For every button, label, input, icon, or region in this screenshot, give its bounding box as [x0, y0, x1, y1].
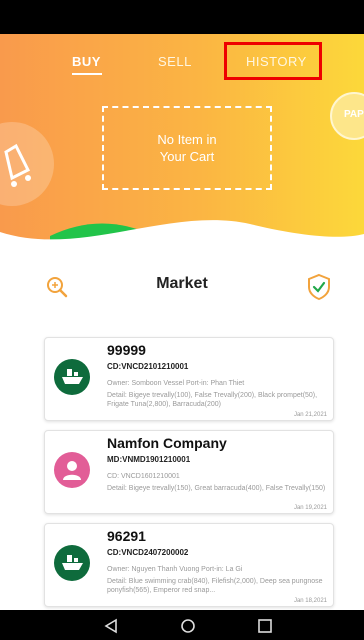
listing-code: CD:VNCD2101210001: [107, 362, 189, 371]
badge-text: PAP: [344, 109, 364, 120]
empty-cart-text-1: No Item in: [157, 132, 217, 147]
tab-buy-underline: [72, 73, 102, 75]
recents-icon[interactable]: [257, 618, 273, 634]
back-icon[interactable]: [103, 618, 119, 634]
listing-owner: Owner: Somboon Vessel Port-in: Phan Thie…: [107, 380, 245, 387]
market-header: Market: [0, 270, 364, 301]
listing-card[interactable]: 96291 CD:VNCD2407200002 Owner: Nguyen Th…: [44, 523, 334, 607]
listing-date: Jan 18,2021: [293, 598, 327, 604]
android-navigation-bar: [0, 610, 364, 640]
listing-detail: Detail: Bigeye trevally(150), Great barr…: [107, 485, 326, 492]
empty-cart-box: No Item in Your Cart: [102, 106, 272, 190]
listing-date: Jan 21,2021: [293, 412, 327, 418]
tab-buy[interactable]: BUY: [72, 54, 101, 69]
status-bar: [0, 0, 364, 34]
boat-icon: [54, 359, 90, 395]
boat-icon: [54, 545, 90, 581]
boat-glyph: [62, 369, 83, 384]
wave-shape: [0, 220, 364, 260]
listing-title: Namfon Company: [107, 435, 227, 451]
listing-detail: Detail: Bigeye trevally(100), False Trev…: [107, 392, 318, 408]
listing-title: 96291: [107, 528, 146, 544]
person-icon: [54, 452, 90, 488]
boat-glyph: [62, 555, 83, 570]
listing-card[interactable]: 99999 CD:VNCD2101210001 Owner: Somboon V…: [44, 337, 334, 421]
listing-detail: Detail: Blue swimming crab(840), Filefis…: [107, 578, 323, 594]
listing-owner: CD: VNCD1601210001: [107, 473, 180, 480]
listing-card[interactable]: Namfon Company MD:VNMD1901210001 CD: VNC…: [44, 430, 334, 514]
listing-owner: Owner: Nguyen Thanh Vuong Port-in: La Gi: [107, 566, 243, 573]
cart-icon: [4, 143, 31, 187]
badge-icon: PAP: [330, 92, 364, 140]
tab-sell[interactable]: SELL: [158, 54, 192, 69]
verified-shield-icon[interactable]: [306, 273, 332, 301]
tab-history[interactable]: HISTORY: [246, 54, 307, 69]
empty-cart-text-2: Your Cart: [159, 149, 215, 164]
cart-decoration: [0, 122, 54, 206]
listing-code: MD:VNMD1901210001: [107, 455, 191, 464]
listing-code: CD:VNCD2407200002: [107, 548, 189, 557]
person-glyph: [63, 461, 81, 480]
header-banner: BUY SELL HISTORY No Item in Your Cart PA…: [0, 34, 364, 260]
listing-title: 99999: [107, 342, 146, 358]
home-icon[interactable]: [180, 618, 196, 634]
listing-date: Jan 19,2021: [293, 505, 327, 511]
